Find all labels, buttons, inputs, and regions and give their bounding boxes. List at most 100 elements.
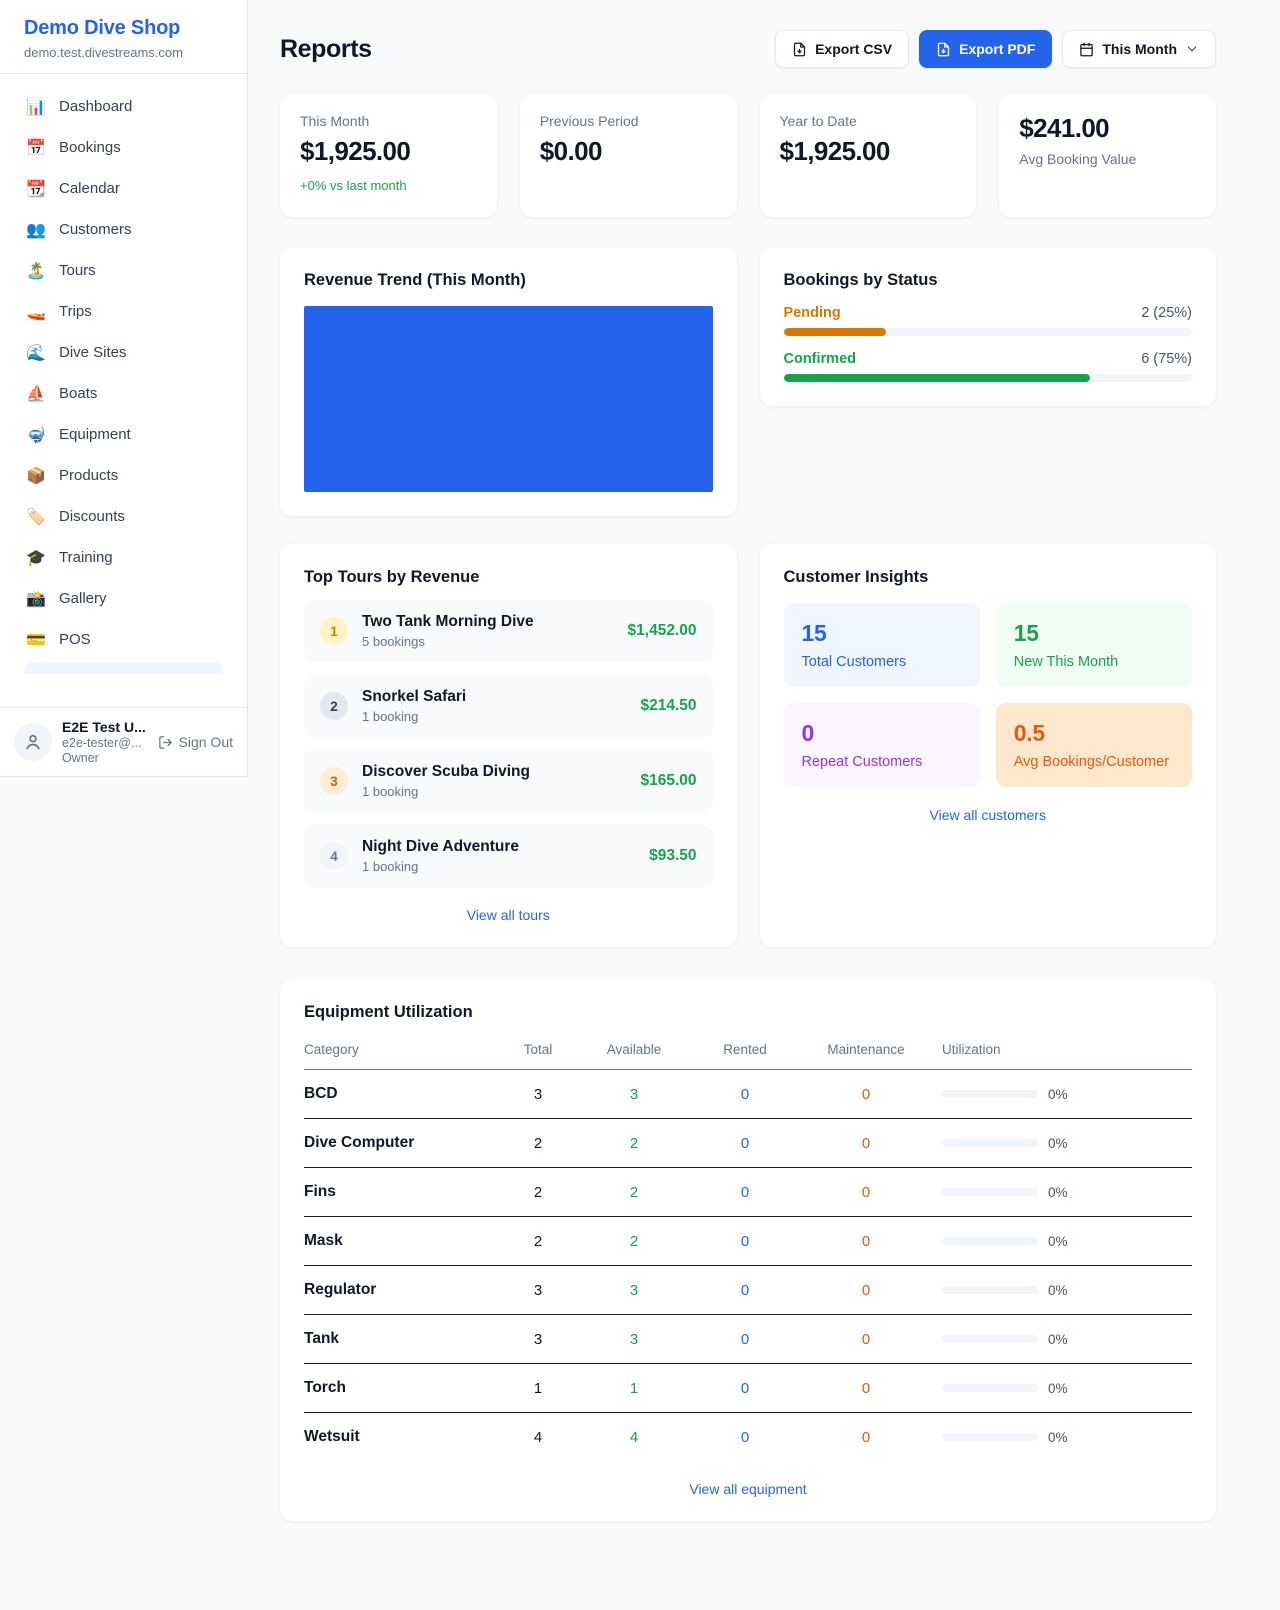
column-header-category: Category (304, 1042, 492, 1057)
equipment-rented: 0 (700, 1331, 790, 1348)
nav-item-icon: 🚤 (26, 302, 46, 322)
stats-row: This Month $1,925.00 +0% vs last month P… (280, 94, 1216, 217)
equipment-rented: 0 (700, 1086, 790, 1103)
equipment-maintenance: 0 (806, 1135, 926, 1152)
equipment-maintenance: 0 (806, 1233, 926, 1250)
equipment-category: Mask (304, 1232, 492, 1250)
export-csv-button[interactable]: Export CSV (775, 30, 909, 68)
nav-item-label: Discounts (59, 508, 125, 525)
equipment-rented: 0 (700, 1135, 790, 1152)
sidebar-nav-item[interactable]: ⛵ Boats (12, 373, 235, 414)
period-dropdown[interactable]: This Month (1062, 30, 1216, 68)
insight-value: 15 (802, 620, 962, 647)
sidebar-item-reports-partial[interactable] (24, 662, 223, 674)
stat-label: Avg Booking Value (1019, 151, 1196, 167)
export-pdf-label: Export PDF (959, 41, 1035, 57)
tour-row[interactable]: 2 Snorkel Safari 1 booking $214.50 (304, 675, 713, 737)
equipment-maintenance: 0 (806, 1429, 926, 1446)
nav-item-icon: 💳 (26, 630, 46, 650)
stat-subtext: +0% vs last month (300, 178, 477, 193)
equipment-category: BCD (304, 1085, 492, 1103)
utilization-percent: 0% (1048, 1381, 1068, 1396)
top-tours-title: Top Tours by Revenue (304, 568, 713, 587)
tour-name: Snorkel Safari (362, 688, 626, 706)
sidebar-nav-item[interactable]: 🚤 Trips (12, 291, 235, 332)
equipment-utilization-card: Equipment Utilization Category Total Ava… (280, 979, 1216, 1521)
equipment-maintenance: 0 (806, 1331, 926, 1348)
sidebar-nav-item[interactable]: 📦 Products (12, 455, 235, 496)
sign-out-button[interactable]: Sign Out (158, 734, 233, 750)
nav-item-label: Dashboard (59, 98, 132, 115)
equipment-total: 3 (508, 1282, 568, 1299)
sidebar-nav-item[interactable]: 🌊 Dive Sites (12, 332, 235, 373)
tour-row[interactable]: 3 Discover Scuba Diving 1 booking $165.0… (304, 750, 713, 812)
utilization-percent: 0% (1048, 1136, 1068, 1151)
sidebar-nav-item[interactable]: 📸 Gallery (12, 578, 235, 619)
equipment-total: 1 (508, 1380, 568, 1397)
column-header-rented: Rented (700, 1042, 790, 1057)
nav-item-icon: 🎓 (26, 548, 46, 568)
nav-item-icon: 🤿 (26, 425, 46, 445)
insight-label: Avg Bookings/Customer (1014, 754, 1174, 770)
utilization-bar (942, 1188, 1038, 1196)
tour-bookings: 5 bookings (362, 634, 614, 649)
nav-item-icon: 📊 (26, 97, 46, 117)
status-label: Pending (784, 305, 841, 321)
sidebar-nav-item[interactable]: 🤿 Equipment (12, 414, 235, 455)
sidebar-nav-item[interactable]: 📊 Dashboard (12, 86, 235, 127)
sidebar-nav-item[interactable]: 👥 Customers (12, 209, 235, 250)
equipment-available: 3 (584, 1282, 684, 1299)
nav-item-icon: 🌊 (26, 343, 46, 363)
sidebar-nav-item[interactable]: 📆 Calendar (12, 168, 235, 209)
tour-rank-badge: 3 (320, 767, 348, 795)
equipment-total: 3 (508, 1086, 568, 1103)
insight-value: 0 (802, 720, 962, 747)
view-all-tours-link[interactable]: View all tours (304, 907, 713, 923)
nav-item-icon: 👥 (26, 220, 46, 240)
nav-item-label: Trips (59, 303, 92, 320)
equipment-total: 3 (508, 1331, 568, 1348)
revenue-chart-bar (304, 306, 713, 492)
nav-item-icon: 📆 (26, 179, 46, 199)
equipment-category: Fins (304, 1183, 492, 1201)
tour-row[interactable]: 1 Two Tank Morning Dive 5 bookings $1,45… (304, 600, 713, 662)
nav-item-label: Tours (59, 262, 96, 279)
stat-card: This Month $1,925.00 +0% vs last month (280, 94, 497, 217)
header-actions: Export CSV Export PDF This Month (775, 30, 1216, 68)
insight-label: Repeat Customers (802, 754, 962, 770)
charts-row: Revenue Trend (This Month) Bookings by S… (280, 247, 1216, 516)
tour-row[interactable]: 4 Night Dive Adventure 1 booking $93.50 (304, 825, 713, 887)
tour-name: Two Tank Morning Dive (362, 613, 614, 631)
stat-card: Year to Date $1,925.00 (760, 94, 977, 217)
sidebar-nav-item[interactable]: 🎓 Training (12, 537, 235, 578)
tour-bookings: 1 booking (362, 784, 626, 799)
sidebar-nav-item[interactable]: 📅 Bookings (12, 127, 235, 168)
equipment-total: 2 (508, 1233, 568, 1250)
insight-tile: 15 New This Month (996, 603, 1192, 687)
status-row: Pending 2 (25%) (784, 305, 1193, 336)
insight-label: New This Month (1014, 654, 1174, 670)
insights-grid: 15 Total Customers 15 New This Month 0 R… (784, 603, 1193, 787)
export-pdf-button[interactable]: Export PDF (919, 30, 1052, 68)
bookings-status-card: Bookings by Status Pending 2 (25%) Confi… (760, 247, 1217, 406)
shop-name: Demo Dive Shop (24, 17, 223, 40)
customer-insights-card: Customer Insights 15 Total Customers 15 … (760, 544, 1217, 947)
tour-name: Discover Scuba Diving (362, 763, 626, 781)
user-email: e2e-tester@... (62, 736, 148, 750)
equipment-maintenance: 0 (806, 1282, 926, 1299)
equipment-maintenance: 0 (806, 1184, 926, 1201)
sidebar-nav-item[interactable]: 🏷️ Discounts (12, 496, 235, 537)
customer-insights-title: Customer Insights (784, 568, 1193, 587)
view-all-customers-link[interactable]: View all customers (784, 807, 1193, 823)
equipment-available: 2 (584, 1184, 684, 1201)
nav-item-label: Dive Sites (59, 344, 127, 361)
equipment-table: Category Total Available Rented Maintena… (304, 1036, 1192, 1461)
user-role: Owner (62, 751, 148, 765)
status-label: Confirmed (784, 351, 857, 367)
status-progress-fill (784, 374, 1090, 382)
view-all-equipment-link[interactable]: View all equipment (304, 1481, 1192, 1497)
chevron-down-icon (1185, 42, 1199, 56)
sidebar-nav-item[interactable]: 🏝️ Tours (12, 250, 235, 291)
tour-rank-badge: 4 (320, 842, 348, 870)
sidebar-nav-item[interactable]: 💳 POS (12, 619, 235, 660)
